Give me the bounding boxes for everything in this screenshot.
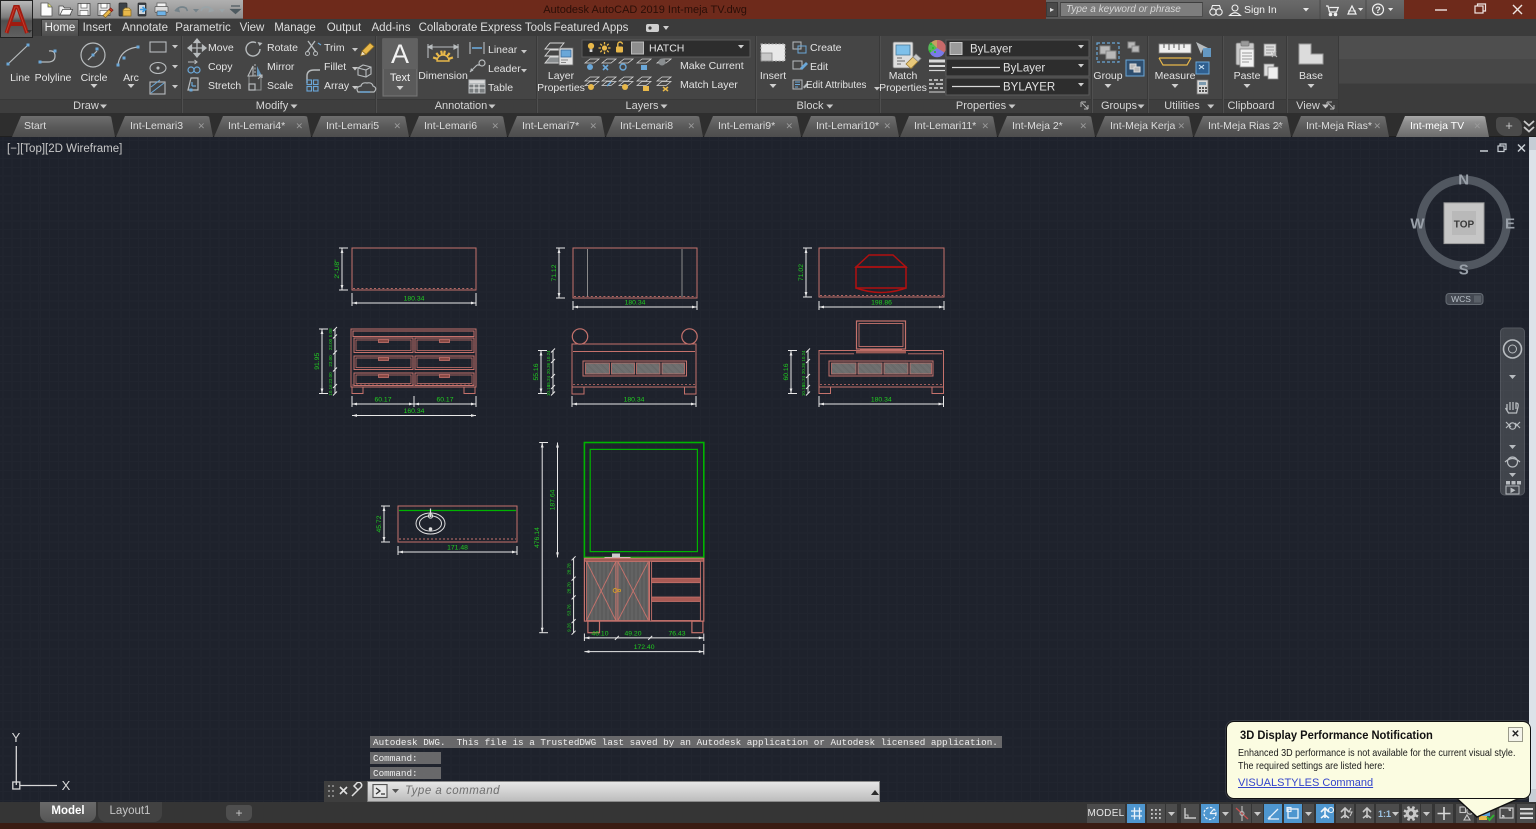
svg-text:2'-1/8": 2'-1/8" (334, 259, 341, 279)
svg-text:55.16: 55.16 (533, 363, 540, 380)
svg-text:20.36: 20.36 (546, 362, 551, 374)
svg-text:ByLayer: ByLayer (1003, 63, 1045, 75)
svg-text:476.14: 476.14 (534, 527, 541, 548)
svg-text:23.00: 23.00 (328, 355, 333, 367)
svg-text:?: ? (1375, 5, 1381, 15)
svg-text:28.70: 28.70 (567, 582, 572, 594)
svg-text:180.34: 180.34 (624, 397, 645, 404)
svg-text:N: N (1458, 172, 1469, 189)
svg-text:187.64: 187.64 (550, 489, 557, 510)
svg-text:10.16: 10.16 (328, 384, 333, 396)
svg-text:49.20: 49.20 (624, 630, 641, 637)
svg-text:71.12: 71.12 (551, 264, 558, 281)
svg-text:Text: Text (390, 72, 410, 84)
svg-text:91.95: 91.95 (314, 353, 321, 370)
svg-text:160.34: 160.34 (404, 408, 425, 415)
svg-text:X: X (62, 778, 71, 793)
svg-text:10.16: 10.16 (546, 384, 551, 396)
svg-text:1:1: 1:1 (1378, 809, 1391, 819)
svg-text:171.48: 171.48 (447, 545, 468, 552)
svg-text:180.34: 180.34 (871, 397, 892, 404)
svg-text:45.72: 45.72 (376, 515, 383, 532)
svg-text:71.02: 71.02 (798, 264, 805, 281)
svg-text:BYLAYER: BYLAYER (1003, 82, 1055, 94)
svg-text:E: E (1505, 216, 1515, 233)
svg-text:10.24: 10.24 (801, 350, 806, 362)
svg-text:180.34: 180.34 (625, 300, 646, 307)
svg-text:Y: Y (12, 730, 21, 745)
svg-text:WCS: WCS (1451, 294, 1471, 304)
svg-text:76.43: 76.43 (668, 630, 685, 637)
svg-text:60.16: 60.16 (783, 363, 790, 380)
svg-text:23.00: 23.00 (328, 338, 333, 350)
svg-text:W: W (1410, 216, 1425, 233)
svg-text:S: S (1459, 262, 1469, 279)
svg-text:TOP: TOP (1454, 220, 1475, 231)
svg-text:180.34: 180.34 (404, 296, 425, 303)
svg-text:60.17: 60.17 (436, 397, 453, 404)
svg-text:ByLayer: ByLayer (970, 44, 1012, 56)
svg-text:53.76: 53.76 (567, 604, 572, 616)
svg-text:10.24: 10.24 (546, 350, 551, 362)
svg-text:46.10: 46.10 (591, 630, 608, 637)
svg-text:23.00: 23.00 (328, 372, 333, 384)
svg-text:60.17: 60.17 (374, 397, 391, 404)
svg-text:20.36: 20.36 (801, 362, 806, 374)
svg-text:198.86: 198.86 (871, 300, 892, 307)
svg-text:28.78: 28.78 (567, 563, 572, 575)
svg-text:5.08: 5.08 (328, 328, 333, 337)
svg-text:10.16: 10.16 (801, 384, 806, 396)
svg-text:A: A (391, 39, 409, 69)
svg-text:172.40: 172.40 (634, 644, 655, 651)
svg-text:HATCH: HATCH (649, 43, 684, 55)
svg-text:9.26: 9.26 (567, 623, 572, 632)
